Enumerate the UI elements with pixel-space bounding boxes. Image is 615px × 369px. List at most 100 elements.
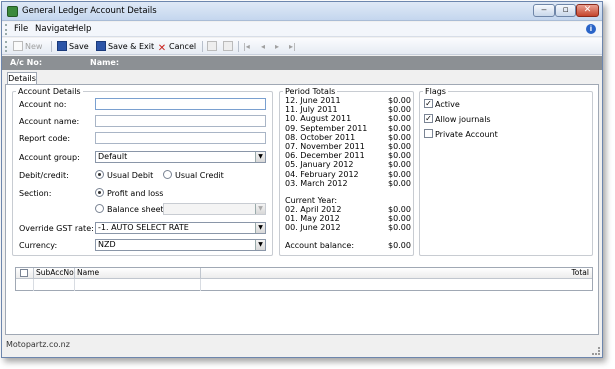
previous-icon: ◂: [261, 42, 266, 51]
period-label: 06. December 2011: [285, 151, 365, 161]
period-amount: $0.00: [388, 132, 411, 142]
override-gst-select[interactable]: -1. AUTO SELECT RATE ▼: [95, 222, 266, 234]
grid-header-total[interactable]: Total: [201, 268, 592, 279]
section-label: Section:: [19, 189, 52, 198]
info-icon[interactable]: i: [586, 24, 596, 34]
save-button[interactable]: Save: [57, 41, 89, 53]
trash-icon: [207, 41, 217, 51]
resize-grip[interactable]: [592, 347, 600, 355]
new-button[interactable]: New: [13, 41, 42, 53]
maximize-button[interactable]: ▫: [555, 4, 576, 17]
save-label: Save: [69, 42, 89, 51]
private-account-label[interactable]: Private Account: [435, 130, 498, 139]
override-gst-value: -1. AUTO SELECT RATE: [98, 223, 189, 232]
grid-header-subaccno[interactable]: SubAccNo: [34, 268, 75, 279]
allow-journals-checkbox[interactable]: ✓: [424, 114, 433, 123]
usual-credit-radio[interactable]: [163, 170, 172, 179]
active-label[interactable]: Active: [435, 100, 460, 109]
period-amount: $0.00: [388, 178, 411, 188]
period-amount: $0.00: [388, 96, 411, 105]
chevron-down-icon[interactable]: ▼: [255, 152, 265, 162]
app-icon: [7, 6, 18, 17]
grid-header-name[interactable]: Name: [75, 268, 201, 279]
toolbar-separator: [238, 41, 239, 52]
report-code-label: Report code:: [19, 134, 71, 143]
main-window: General Ledger Account Details ‒ ▫ ✕ Fil…: [1, 1, 603, 358]
period-amount: $0.00: [388, 151, 411, 161]
report-code-input[interactable]: [95, 132, 266, 144]
acno-label: A/c No:: [10, 58, 43, 67]
previous-record-button[interactable]: ◂: [261, 41, 265, 53]
period-amount: $0.00: [388, 123, 411, 133]
close-window-button[interactable]: ✕: [576, 4, 599, 17]
currency-label: Currency:: [19, 241, 58, 250]
last-icon: ▸|: [289, 42, 296, 51]
toolbar-separator: [51, 41, 52, 52]
cancel-icon: ✕: [157, 43, 167, 54]
usual-debit-label[interactable]: Usual Debit: [107, 171, 153, 180]
debit-credit-label: Debit/credit:: [19, 171, 69, 180]
cancel-button[interactable]: ✕ Cancel: [157, 41, 196, 54]
period-label: 08. October 2011: [285, 132, 356, 142]
profit-loss-radio[interactable]: [95, 188, 104, 197]
record-header: A/c No: Name:: [2, 56, 602, 70]
menu-navigate[interactable]: Navigate: [35, 24, 73, 34]
flags-legend: Flags: [425, 87, 446, 96]
status-text: Motopartz.co.nz: [6, 340, 70, 349]
toolbar-grip: [5, 41, 7, 52]
balance-sheet-radio[interactable]: [95, 204, 104, 213]
next-record-button[interactable]: ▸: [275, 41, 279, 53]
chevron-down-icon[interactable]: ▼: [255, 240, 265, 250]
last-record-button[interactable]: ▸|: [289, 41, 296, 53]
account-balance-value: $0.00: [388, 241, 411, 250]
printer-icon: [223, 41, 233, 51]
details-panel: Account Details Account no: Account name…: [5, 84, 599, 335]
print-button[interactable]: [223, 41, 235, 53]
profit-loss-label[interactable]: Profit and loss: [107, 189, 163, 198]
allow-journals-label[interactable]: Allow journals: [435, 115, 491, 124]
period-amount: $0.00: [388, 114, 411, 124]
period-amount: $0.00: [388, 205, 411, 214]
account-name-input[interactable]: [95, 115, 266, 127]
toolbar: New Save Save & Exit ✕ Cancel |◂ ◂ ▸ ▸|: [2, 38, 602, 55]
account-no-input[interactable]: [95, 98, 266, 110]
period-totals-legend: Period Totals: [285, 87, 336, 96]
period-label: 01. May 2012: [285, 214, 340, 224]
chevron-down-icon[interactable]: ▼: [255, 204, 265, 214]
menu-file[interactable]: File: [14, 24, 28, 34]
usual-debit-radio[interactable]: [95, 170, 104, 179]
balance-sheet-label[interactable]: Balance sheet: [107, 205, 164, 214]
first-record-button[interactable]: |◂: [243, 41, 250, 53]
period-amount: $0.00: [388, 214, 411, 224]
account-no-label: Account no:: [19, 100, 67, 109]
menu-help[interactable]: Help: [72, 24, 91, 34]
sub-account-grid: SubAccNo Name Total: [15, 267, 593, 291]
period-label: 09. September 2011: [285, 123, 368, 133]
grid-select-header[interactable]: [16, 268, 34, 279]
usual-credit-label[interactable]: Usual Credit: [175, 171, 224, 180]
delete-button[interactable]: [207, 41, 219, 53]
grid-cell[interactable]: [75, 279, 201, 291]
status-bar: Motopartz.co.nz: [2, 337, 602, 357]
chevron-down-icon[interactable]: ▼: [255, 223, 265, 233]
account-group-select[interactable]: Default ▼: [95, 151, 266, 163]
grid-cell[interactable]: [34, 279, 75, 291]
menu-grip: [5, 24, 7, 35]
current-year-label: Current Year:: [285, 196, 338, 205]
period-amount: $0.00: [388, 169, 411, 179]
private-account-checkbox[interactable]: [424, 129, 433, 138]
account-group-value: Default: [98, 152, 128, 161]
grid-cell[interactable]: [16, 279, 34, 291]
active-checkbox[interactable]: ✓: [424, 99, 433, 108]
select-all-checkbox[interactable]: [20, 269, 28, 277]
period-label: 02. April 2012: [285, 205, 342, 214]
account-balance-label: Account balance:: [285, 241, 355, 250]
currency-select[interactable]: NZD ▼: [95, 239, 266, 251]
save-icon: [57, 41, 67, 51]
account-group-label: Account group:: [19, 153, 80, 162]
balance-sheet-select[interactable]: ▼: [163, 203, 266, 215]
save-exit-label: Save & Exit: [108, 42, 155, 51]
name-label: Name:: [90, 58, 120, 67]
minimize-button[interactable]: ‒: [533, 4, 555, 17]
save-exit-button[interactable]: Save & Exit: [96, 41, 154, 53]
